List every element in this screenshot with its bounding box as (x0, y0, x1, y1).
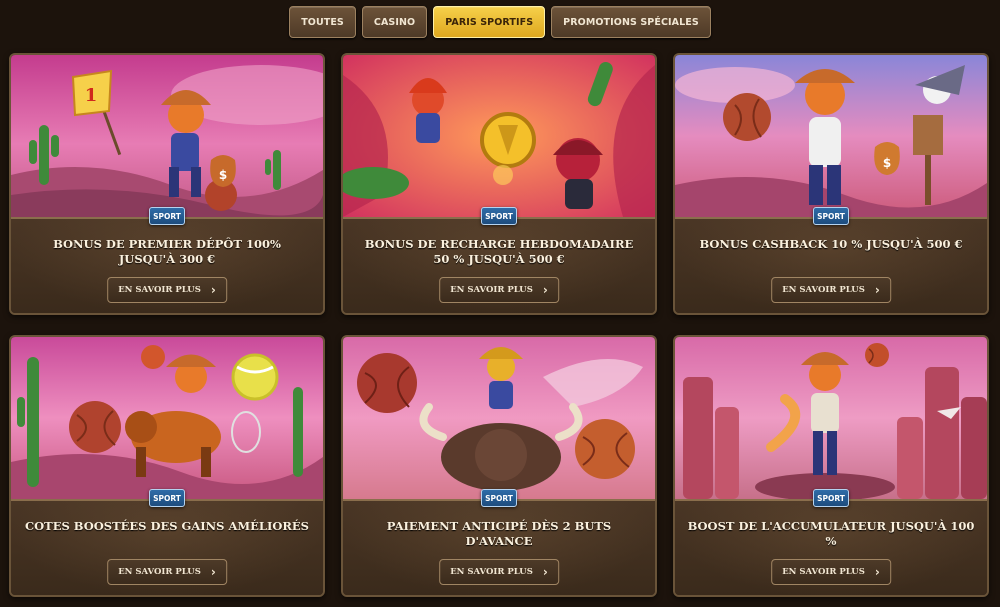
learn-more-button[interactable]: EN SAVOIR PLUS › (107, 277, 227, 303)
promo-title: BONUS CASHBACK 10 % JUSQU'À 500 € (699, 237, 963, 251)
promo-title: COTES BOOSTÉES DES GAINS AMÉLIORÉS (25, 519, 309, 533)
svg-text:$: $ (219, 168, 227, 182)
promo-title: BOOST DE L'ACCUMULATEUR JUSQU'À 100 % (687, 519, 975, 548)
promo-panel: SPORT BOOST DE L'ACCUMULATEUR JUSQU'À 10… (675, 489, 987, 595)
promo-card: SPORT COTES BOOSTÉES DES GAINS AMÉLIORÉS… (9, 335, 325, 597)
svg-text:1: 1 (85, 85, 98, 106)
svg-text:$: $ (883, 156, 891, 170)
tab-paris-sportifs[interactable]: PARIS SPORTIFS (433, 6, 546, 38)
learn-more-label: EN SAVOIR PLUS (450, 285, 533, 295)
sport-badge: SPORT (813, 489, 849, 507)
learn-more-label: EN SAVOIR PLUS (450, 567, 533, 577)
learn-more-button[interactable]: EN SAVOIR PLUS › (107, 559, 227, 585)
promo-illustration (11, 337, 323, 499)
promo-illustration: $ (675, 55, 987, 217)
learn-more-label: EN SAVOIR PLUS (118, 567, 201, 577)
promo-card: $ SPORT BONUS CASHBACK 10 % JUSQU'À 500 … (673, 53, 989, 315)
promo-panel: SPORT BONUS CASHBACK 10 % JUSQU'À 500 € … (675, 207, 987, 313)
promo-panel: SPORT COTES BOOSTÉES DES GAINS AMÉLIORÉS… (11, 489, 323, 595)
learn-more-button[interactable]: EN SAVOIR PLUS › (771, 559, 891, 585)
promo-card: SPORT BOOST DE L'ACCUMULATEUR JUSQU'À 10… (673, 335, 989, 597)
learn-more-button[interactable]: EN SAVOIR PLUS › (771, 277, 891, 303)
chevron-right-icon: › (542, 283, 548, 297)
promo-illustration (675, 337, 987, 499)
promo-card: SPORT PAIEMENT ANTICIPÉ DÈS 2 BUTS D'AVA… (341, 335, 657, 597)
promo-panel: SPORT BONUS DE PREMIER DÉPÔT 100% JUSQU'… (11, 207, 323, 313)
sport-badge: SPORT (481, 489, 517, 507)
learn-more-button[interactable]: EN SAVOIR PLUS › (439, 559, 559, 585)
sport-badge: SPORT (481, 207, 517, 225)
chevron-right-icon: › (210, 565, 216, 579)
learn-more-button[interactable]: EN SAVOIR PLUS › (439, 277, 559, 303)
learn-more-label: EN SAVOIR PLUS (118, 285, 201, 295)
tab-toutes[interactable]: TOUTES (289, 6, 356, 38)
tab-casino[interactable]: CASINO (361, 6, 428, 38)
promo-title: BONUS DE PREMIER DÉPÔT 100% JUSQU'À 300 … (53, 237, 281, 266)
category-tabs: TOUTES CASINO PARIS SPORTIFS PROMOTIONS … (0, 6, 1000, 42)
promo-illustration: 1 $ (11, 55, 323, 217)
sport-badge: SPORT (149, 207, 185, 225)
sport-badge: SPORT (149, 489, 185, 507)
learn-more-label: EN SAVOIR PLUS (782, 285, 865, 295)
promo-card: 1 $ SPORT BONUS DE PREMIER DÉPÔT 100% JU… (9, 53, 325, 315)
learn-more-label: EN SAVOIR PLUS (782, 567, 865, 577)
promo-illustration (343, 55, 655, 217)
promo-panel: SPORT PAIEMENT ANTICIPÉ DÈS 2 BUTS D'AVA… (343, 489, 655, 595)
promo-title: BONUS DE RECHARGE HEBDOMADAIRE 50 % JUSQ… (364, 237, 634, 266)
promo-card: SPORT BONUS DE RECHARGE HEBDOMADAIRE 50 … (341, 53, 657, 315)
chevron-right-icon: › (542, 565, 548, 579)
promo-panel: SPORT BONUS DE RECHARGE HEBDOMADAIRE 50 … (343, 207, 655, 313)
promo-title: PAIEMENT ANTICIPÉ DÈS 2 BUTS D'AVANCE (386, 519, 612, 548)
chevron-right-icon: › (874, 565, 880, 579)
promo-illustration (343, 337, 655, 499)
sport-badge: SPORT (813, 207, 849, 225)
tab-promotions-speciales[interactable]: PROMOTIONS SPÉCIALES (551, 6, 711, 38)
chevron-right-icon: › (210, 283, 216, 297)
chevron-right-icon: › (874, 283, 880, 297)
